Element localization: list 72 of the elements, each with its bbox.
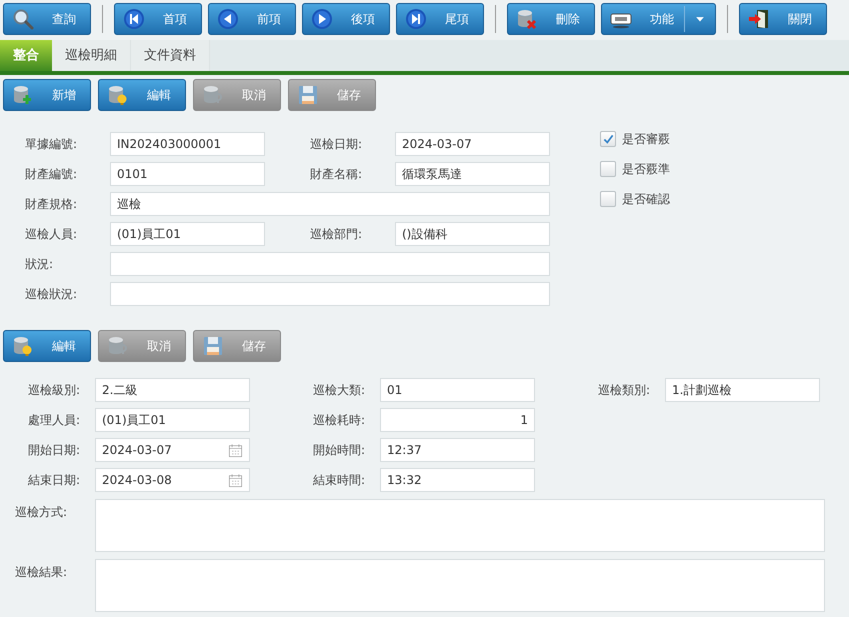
input-field[interactable] — [110, 252, 550, 276]
database-edit-icon — [12, 335, 34, 357]
tab[interactable]: 巡檢明細 — [52, 40, 131, 71]
toolbar-button[interactable]: 編輯 — [3, 330, 91, 362]
previous-icon — [217, 8, 239, 30]
input-field[interactable]: (01)員工01 — [95, 408, 250, 432]
field-label: 開始時間: — [312, 442, 366, 459]
checkbox[interactable] — [600, 191, 616, 207]
checkbox[interactable] — [600, 161, 616, 177]
date-field[interactable]: 2024-03-07 — [95, 438, 250, 462]
input-field[interactable] — [110, 282, 550, 306]
input-field[interactable]: IN202403000001 — [110, 132, 265, 156]
toolbar-button[interactable]: 前項 — [208, 2, 296, 34]
check-icon — [602, 132, 614, 146]
field-label: 結束時間: — [312, 472, 366, 489]
input-field[interactable]: 12:37 — [380, 438, 535, 462]
field-label: 巡檢類別: — [596, 382, 651, 399]
checkbox[interactable] — [600, 131, 616, 147]
skip-last-icon — [405, 8, 427, 30]
checkbox-label: 是否審覈 — [622, 131, 670, 148]
exit-door-icon — [748, 8, 770, 30]
input-field[interactable]: 1 — [380, 408, 535, 432]
database-edit-icon — [107, 84, 129, 106]
calendar-icon — [228, 472, 243, 488]
toolbar-button[interactable]: 刪除 — [507, 2, 595, 34]
skip-first-icon — [123, 8, 145, 30]
search-icon — [12, 8, 34, 30]
field-label: 巡檢耗時: — [312, 412, 366, 429]
toolbar-button[interactable]: 編輯 — [98, 79, 186, 111]
database-delete-icon — [516, 8, 538, 30]
text-area[interactable] — [95, 499, 825, 552]
input-field[interactable]: 巡檢 — [110, 192, 550, 216]
field-label: 巡檢部門: — [310, 226, 364, 243]
field-label: 巡檢狀況: — [25, 286, 78, 303]
database-add-icon — [12, 84, 34, 106]
checkbox-label: 是否確認 — [622, 191, 670, 208]
input-field[interactable]: 1.計劃巡檢 — [665, 378, 820, 402]
input-field[interactable]: 2.二級 — [95, 378, 250, 402]
input-field[interactable]: 循環泵馬達 — [395, 162, 550, 186]
input-field[interactable]: (01)員工01 — [110, 222, 265, 246]
field-label: 處理人員: — [26, 412, 81, 429]
text-area[interactable] — [95, 559, 825, 612]
field-label: 巡檢結果: — [14, 564, 68, 581]
toolbar-button[interactable]: 尾項 — [396, 2, 484, 34]
calendar-icon — [228, 442, 243, 458]
field-label: 巡檢日期: — [310, 136, 364, 153]
toolbar-button[interactable]: 新增 — [3, 79, 91, 111]
date-field[interactable]: 2024-03-08 — [95, 468, 250, 492]
tab[interactable]: 文件資料 — [131, 40, 210, 71]
field-label: 財產編號: — [25, 166, 78, 183]
field-label: 財產規格: — [25, 196, 78, 213]
field-label: 開始日期: — [26, 442, 81, 459]
field-label: 巡檢大類: — [312, 382, 366, 399]
field-label: 巡檢方式: — [14, 504, 68, 521]
toolbar-button[interactable]: 查詢 — [3, 2, 91, 34]
input-field[interactable]: 2024-03-07 — [395, 132, 550, 156]
toolbar-button[interactable]: 首項 — [114, 2, 202, 34]
function-menu-button[interactable]: 功能 — [601, 2, 716, 34]
field-label: 結束日期: — [26, 472, 81, 489]
toolbar-button[interactable]: 關閉 — [739, 2, 827, 34]
field-label: 巡檢級別: — [26, 382, 81, 399]
field-label: 單據編號: — [25, 136, 78, 153]
field-label: 巡檢人員: — [25, 226, 78, 243]
input-field[interactable]: ()設備科 — [395, 222, 550, 246]
next-icon — [311, 8, 333, 30]
input-field[interactable]: 13:32 — [380, 468, 535, 492]
input-field[interactable]: 01 — [380, 378, 535, 402]
field-label: 財產名稱: — [310, 166, 364, 183]
toolbar-button[interactable]: 後項 — [302, 2, 390, 34]
field-label: 狀況: — [25, 256, 54, 273]
input-field[interactable]: 0101 — [110, 162, 265, 186]
checkbox-label: 是否覈準 — [622, 161, 670, 178]
